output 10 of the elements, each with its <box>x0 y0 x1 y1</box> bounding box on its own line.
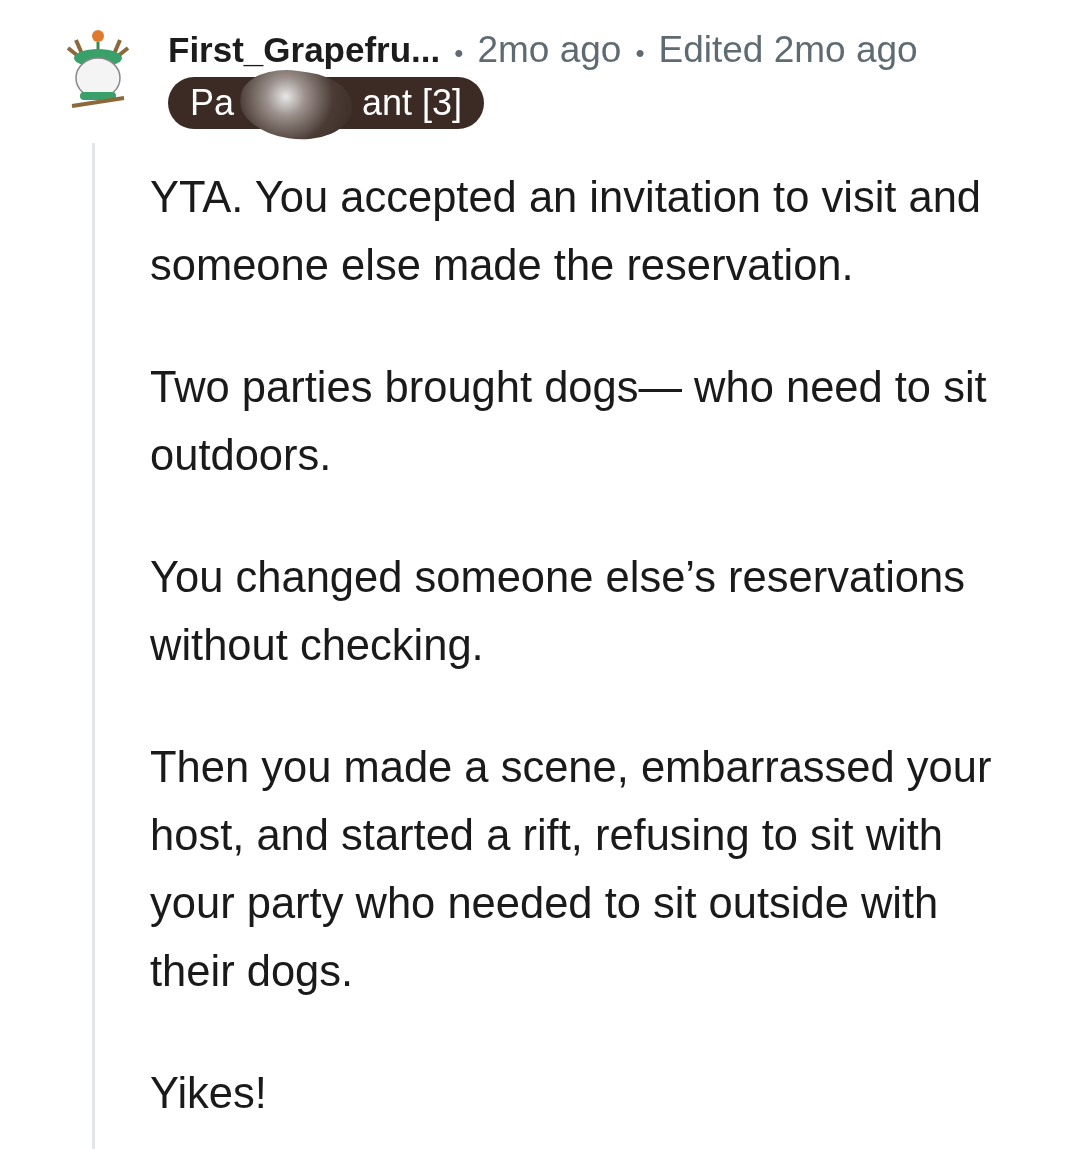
comment-paragraph: Two parties brought dogs— who need to sit outdoors. <box>150 362 988 481</box>
comment-paragraph: Yikes! <box>150 1068 268 1119</box>
edited-label: Edited 2mo ago <box>658 28 918 72</box>
timestamp: 2mo ago <box>477 28 622 72</box>
username[interactable]: First_Grapefru... <box>168 28 441 72</box>
comment-paragraph: YTA. You accepted an invitation to visit and someone else made the reservation. <box>150 172 983 291</box>
comment-paragraph: Then you made a scene, embarrassed your host, and started a rift, refusing to sit with your party who needed to sit outside with their dogs. <box>150 742 993 997</box>
comment-paragraph: You changed someone else’s reservations without checking. <box>150 552 966 671</box>
separator-dot: • <box>635 37 645 70</box>
separator-dot: • <box>454 37 464 70</box>
